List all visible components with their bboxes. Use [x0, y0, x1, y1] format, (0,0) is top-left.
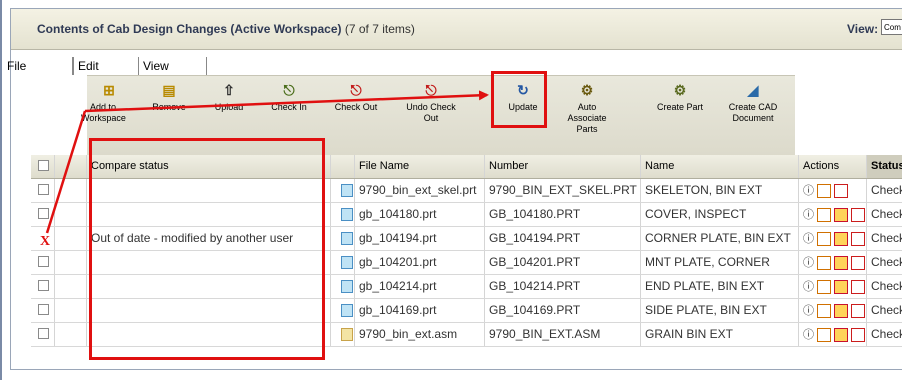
arrow-to-update	[84, 90, 489, 113]
annotation-arrows	[45, 90, 489, 234]
arrow-shaft-up	[45, 110, 87, 234]
window: Contents of Cab Design Changes (Active W…	[0, 0, 902, 380]
workspace-panel: Contents of Cab Design Changes (Active W…	[7, 8, 902, 370]
